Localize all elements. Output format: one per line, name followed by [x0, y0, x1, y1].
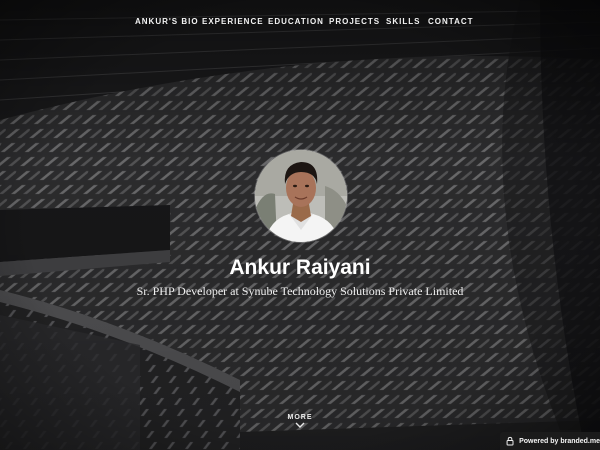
main-nav: ANKUR'S BIO EXPERIENCE EDUCATION PROJECT… — [0, 17, 600, 31]
nav-item-skills[interactable]: SKILLS — [386, 17, 420, 26]
nav-item-projects[interactable]: PROJECTS — [329, 17, 380, 26]
more-button[interactable]: MORE — [270, 414, 330, 428]
nav-item-experience[interactable]: EXPERIENCE — [202, 17, 264, 26]
badge-label: Powered by branded.me — [519, 437, 600, 445]
nav-item-bio[interactable]: ANKUR'S BIO — [135, 17, 199, 26]
nav-item-contact[interactable]: CONTACT — [428, 17, 474, 26]
lock-icon — [506, 436, 514, 446]
profile-name: Ankur Raiyani — [229, 256, 371, 279]
nav-item-education[interactable]: EDUCATION — [268, 17, 324, 26]
profile-title: Sr. PHP Developer at Synube Technology S… — [136, 284, 464, 298]
profile-avatar — [255, 150, 347, 242]
profile-photo — [255, 150, 347, 242]
powered-by-badge[interactable]: Powered by branded.me — [500, 432, 600, 450]
chevron-down-icon — [295, 422, 305, 428]
more-label: MORE — [287, 414, 313, 421]
